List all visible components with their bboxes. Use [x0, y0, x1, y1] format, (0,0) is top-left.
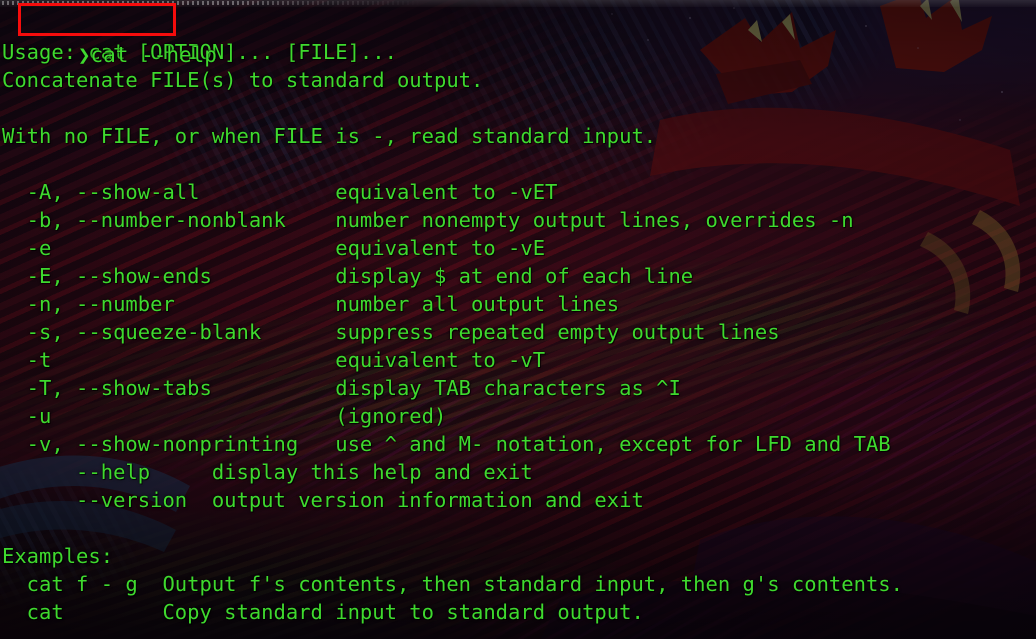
output-line: -E, --show-ends display $ at end of each…: [2, 264, 694, 288]
output-line: Examples:: [2, 544, 114, 568]
output-line: --version output version information and…: [2, 488, 644, 512]
command-input[interactable]: cat --help: [91, 43, 217, 67]
output-line: -A, --show-all equivalent to -vET: [2, 180, 558, 204]
output-line: -u (ignored): [2, 404, 447, 428]
output-line-blank: [0, 514, 1036, 542]
title-bar-text-remnant: [2, 1, 422, 5]
output-line-blank: [0, 150, 1036, 178]
output-line: -T, --show-tabs display TAB characters a…: [2, 376, 681, 400]
prompt-chevron-icon: ❯: [77, 43, 91, 67]
output-line: -s, --squeeze-blank suppress repeated em…: [2, 320, 780, 344]
output-line: cat Copy standard input to standard outp…: [2, 600, 644, 624]
output-line: --help display this help and exit: [2, 460, 533, 484]
output-line: cat f - g Output f's contents, then stan…: [2, 572, 903, 596]
window-title-bar[interactable]: [0, 0, 1036, 7]
output-line: -n, --number number all output lines: [2, 292, 620, 316]
output-line: With no FILE, or when FILE is -, read st…: [2, 124, 657, 148]
terminal-screen[interactable]: ❯cat --help Usage: cat [OPTION]... [FILE…: [0, 0, 1036, 639]
output-line-blank: [0, 94, 1036, 122]
output-line: -e equivalent to -vE: [2, 236, 546, 260]
output-line: -v, --show-nonprinting use ^ and M- nota…: [2, 432, 891, 456]
terminal-window[interactable]: ❯cat --help Usage: cat [OPTION]... [FILE…: [0, 0, 1036, 639]
shell-prompt-line[interactable]: ❯cat --help: [0, 4, 1036, 67]
output-line: -t equivalent to -vT: [2, 348, 546, 372]
output-line: -b, --number-nonblank number nonempty ou…: [2, 208, 854, 232]
